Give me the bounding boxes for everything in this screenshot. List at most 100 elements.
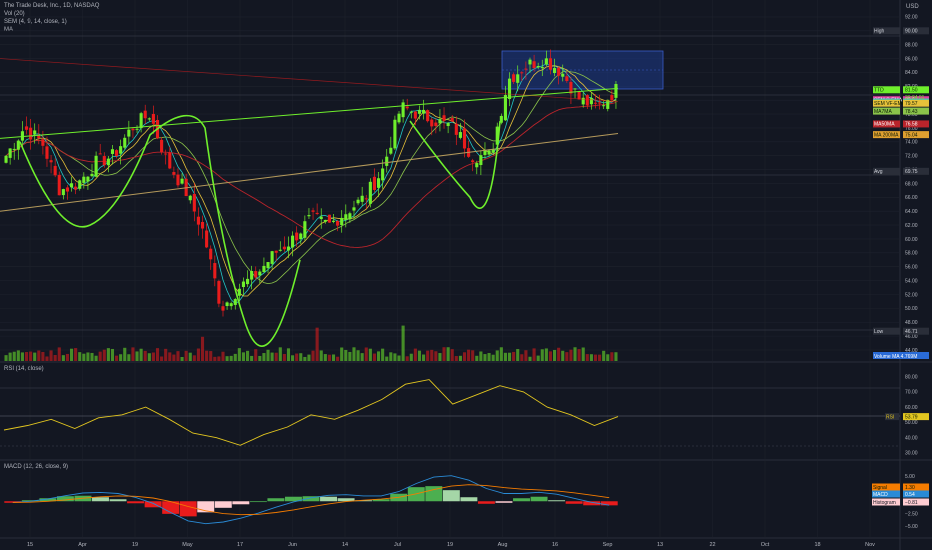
candle-body[interactable] (544, 58, 548, 65)
candle-body[interactable] (57, 175, 61, 196)
candle-body[interactable] (78, 180, 82, 189)
candle-body[interactable] (86, 176, 90, 182)
candle-body[interactable] (311, 210, 315, 212)
candle-body[interactable] (458, 132, 462, 138)
candle-body[interactable] (483, 150, 487, 155)
candle-body[interactable] (176, 174, 180, 186)
candle-body[interactable] (225, 302, 229, 307)
candle-body[interactable] (286, 246, 291, 251)
candle-body[interactable] (266, 262, 270, 269)
candle-body[interactable] (4, 155, 8, 163)
candle-body[interactable] (442, 115, 446, 121)
candle-body[interactable] (352, 207, 356, 211)
candle-body[interactable] (139, 113, 143, 129)
candle-body[interactable] (376, 178, 381, 188)
candle-body[interactable] (82, 176, 86, 183)
candle-body[interactable] (241, 281, 246, 288)
candle-body[interactable] (532, 61, 536, 69)
candle-body[interactable] (454, 123, 458, 135)
candle-body[interactable] (94, 155, 98, 177)
candle-body[interactable] (209, 248, 213, 260)
candle-body[interactable] (229, 303, 233, 307)
candle-body[interactable] (405, 106, 409, 109)
candle-body[interactable] (372, 176, 377, 190)
candle-body[interactable] (41, 139, 45, 146)
candle-body[interactable] (24, 126, 29, 130)
candle-body[interactable] (323, 219, 327, 222)
candle-body[interactable] (512, 74, 516, 82)
candle-body[interactable] (110, 149, 115, 154)
price-chart[interactable]: 92.0090.0088.0086.0084.0082.0080.0078.00… (0, 0, 932, 550)
candle-body[interactable] (282, 246, 286, 250)
candle-body[interactable] (250, 271, 254, 280)
candle-body[interactable] (270, 251, 274, 264)
candle-body[interactable] (61, 189, 65, 196)
candle-body[interactable] (119, 146, 123, 154)
candle-body[interactable] (151, 113, 155, 124)
candle-body[interactable] (278, 249, 282, 251)
candle-body[interactable] (524, 68, 528, 70)
candle-body[interactable] (422, 109, 426, 114)
candle-body[interactable] (593, 102, 598, 104)
candle-body[interactable] (168, 152, 172, 169)
candle-body[interactable] (131, 128, 135, 131)
candle-body[interactable] (254, 271, 258, 278)
candle-body[interactable] (258, 271, 262, 276)
candle-body[interactable] (307, 215, 311, 217)
candle-body[interactable] (143, 110, 147, 119)
candle-body[interactable] (356, 199, 360, 204)
candle-body[interactable] (65, 187, 70, 192)
candle-body[interactable] (364, 198, 368, 200)
candle-body[interactable] (303, 221, 307, 238)
candle-body[interactable] (487, 150, 491, 155)
candle-body[interactable] (45, 146, 49, 159)
candle-body[interactable] (262, 265, 266, 273)
candle-body[interactable] (368, 181, 372, 204)
candle-body[interactable] (319, 216, 323, 220)
candle-body[interactable] (245, 278, 250, 285)
candle-body[interactable] (233, 299, 237, 305)
candle-body[interactable] (237, 288, 241, 296)
candle-body[interactable] (548, 58, 553, 70)
candle-body[interactable] (180, 178, 184, 184)
candle-body[interactable] (16, 140, 20, 150)
candle-body[interactable] (577, 91, 581, 100)
candle-body[interactable] (434, 122, 438, 127)
candle-body[interactable] (295, 232, 299, 241)
candle-body[interactable] (520, 72, 524, 74)
resistance-trendline[interactable] (0, 87, 619, 139)
candle-body[interactable] (401, 102, 405, 118)
candle-body[interactable] (164, 153, 168, 155)
candle-body[interactable] (602, 105, 606, 107)
candle-body[interactable] (331, 220, 336, 222)
candle-body[interactable] (348, 213, 352, 220)
candle-body[interactable] (336, 220, 340, 226)
candle-body[interactable] (291, 235, 295, 248)
candle-body[interactable] (430, 119, 434, 127)
candle-body[interactable] (172, 172, 176, 175)
candle-body[interactable] (450, 118, 454, 122)
candle-body[interactable] (385, 156, 389, 166)
candle-body[interactable] (389, 147, 393, 154)
candle-body[interactable] (29, 127, 33, 140)
candle-body[interactable] (123, 137, 127, 148)
candle-body[interactable] (360, 195, 364, 202)
candle-body[interactable] (426, 110, 430, 122)
candle-body[interactable] (8, 148, 12, 158)
candle-body[interactable] (344, 214, 348, 220)
candle-body[interactable] (557, 67, 561, 76)
candle-body[interactable] (53, 165, 57, 176)
candle-body[interactable] (205, 230, 209, 248)
candle-body[interactable] (589, 98, 593, 105)
candle-body[interactable] (340, 217, 344, 225)
candle-body[interactable] (327, 214, 331, 223)
candle-body[interactable] (507, 78, 512, 100)
candle-body[interactable] (20, 131, 24, 141)
candle-body[interactable] (106, 158, 110, 166)
candle-body[interactable] (446, 123, 450, 127)
candle-body[interactable] (610, 95, 614, 101)
candle-body[interactable] (217, 281, 221, 304)
candle-body[interactable] (74, 186, 78, 190)
candle-body[interactable] (516, 74, 520, 83)
candle-body[interactable] (49, 160, 53, 163)
